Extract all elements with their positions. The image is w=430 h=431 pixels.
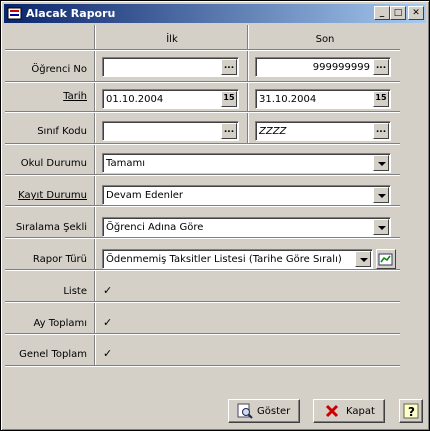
ellipsis-button[interactable]: ... (373, 59, 389, 75)
ay-toplami-checkbox[interactable]: ✓ (103, 317, 115, 329)
label-sinif-kodu: Sınıf Kodu (37, 126, 87, 137)
report-preview-button[interactable] (376, 249, 396, 269)
label-liste: Liste (63, 286, 87, 297)
label-okul-durumu: Okul Durumu (20, 158, 87, 169)
label-ogrenci-no: Öğrenci No (31, 64, 87, 75)
kayit-durumu-select[interactable]: Devam Edenler (102, 185, 391, 205)
ellipsis-button[interactable]: ... (221, 59, 237, 75)
row-divider (5, 82, 400, 83)
label-kayit-durumu: Kayıt Durumu (18, 190, 87, 201)
row-divider (5, 334, 400, 335)
row-divider (5, 270, 400, 271)
row-divider (5, 175, 400, 176)
minimize-button[interactable]: _ (374, 6, 390, 20)
ellipsis-button[interactable]: ... (221, 123, 237, 139)
help-icon: ? (403, 403, 419, 419)
row-divider (5, 112, 400, 113)
siralama-sekli-select[interactable]: Öğrenci Adına Göre (102, 217, 391, 237)
dropdown-arrow-icon[interactable] (355, 251, 371, 267)
dropdown-arrow-icon[interactable] (373, 187, 389, 203)
row-divider (5, 366, 400, 367)
svg-text:?: ? (408, 405, 415, 419)
label-rapor-turu: Rapor Türü (32, 254, 87, 265)
help-button[interactable]: ? (399, 399, 423, 423)
column-divider (95, 25, 96, 365)
app-icon (7, 7, 22, 20)
report-window: Alacak Raporu _ □ ✕ İlk Son Öğrenci No .… (0, 0, 430, 431)
header-first: İlk (166, 34, 178, 45)
label-tarih: Tarih (63, 91, 87, 102)
ogrenci-no-first-input[interactable]: ... (102, 57, 239, 77)
sinif-kodu-first-input[interactable]: ... (102, 121, 239, 141)
row-divider (5, 302, 400, 303)
liste-checkbox[interactable]: ✓ (103, 285, 115, 297)
close-x-icon (325, 404, 339, 418)
row-divider (5, 144, 400, 145)
goster-button[interactable]: Göster (228, 399, 300, 423)
calendar-icon[interactable]: 15 (221, 91, 237, 107)
ellipsis-button[interactable]: ... (373, 123, 389, 139)
maximize-button[interactable]: □ (390, 6, 406, 20)
calendar-icon[interactable]: 15 (373, 91, 389, 107)
form-panel: İlk Son Öğrenci No ... 999999999 ... Tar… (5, 25, 425, 392)
label-ay-toplami: Ay Toplamı (33, 318, 87, 329)
column-divider (248, 25, 249, 143)
row-divider (5, 206, 400, 207)
label-genel-toplam: Genel Toplam (19, 349, 87, 360)
chart-icon (378, 253, 393, 266)
sinif-kodu-last-input[interactable]: ZZZZ ... (255, 121, 391, 141)
kapat-button[interactable]: Kapat (313, 399, 385, 423)
tarih-first-input[interactable]: 01.10.2004 15 (102, 89, 239, 109)
ogrenci-no-last-input[interactable]: 999999999 ... (255, 57, 391, 77)
preview-icon (237, 403, 253, 419)
tarih-last-input[interactable]: 31.10.2004 15 (255, 89, 391, 109)
title-bar: Alacak Raporu _ □ ✕ (4, 4, 426, 23)
label-siralama-sekli: Sıralama Şekli (15, 222, 87, 233)
rapor-turu-select[interactable]: Ödenmemiş Taksitler Listesi (Tarihe Göre… (102, 249, 373, 269)
dropdown-arrow-icon[interactable] (373, 219, 389, 235)
close-button[interactable]: ✕ (408, 6, 424, 20)
dropdown-arrow-icon[interactable] (373, 155, 389, 171)
okul-durumu-select[interactable]: Tamamı (102, 153, 391, 173)
row-divider (5, 238, 400, 239)
header-last: Son (315, 34, 335, 45)
genel-toplam-checkbox[interactable]: ✓ (103, 348, 115, 360)
window-title: Alacak Raporu (26, 7, 116, 20)
row-divider (5, 50, 400, 51)
